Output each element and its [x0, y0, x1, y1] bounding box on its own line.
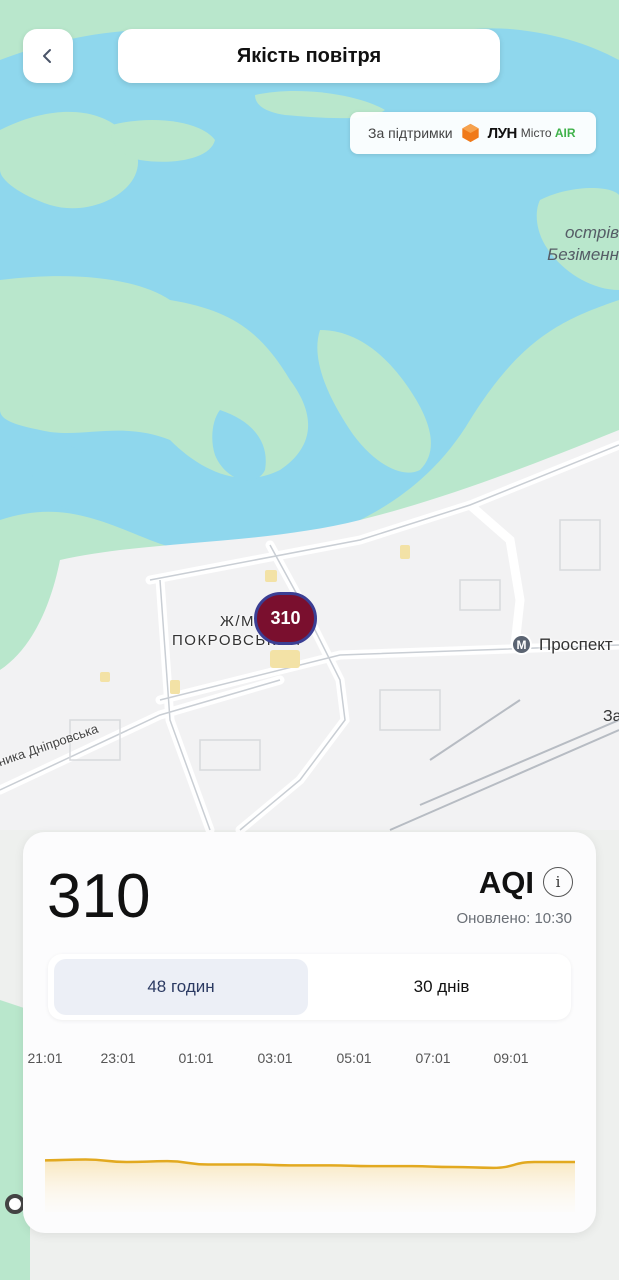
sponsor-prefix: За підтримки	[368, 125, 453, 141]
metro-icon: М	[511, 634, 532, 655]
lun-logo-icon	[461, 123, 479, 143]
period-tabs: 48 годин 30 днів	[48, 954, 571, 1020]
sponsor-product-name: Місто	[520, 126, 552, 140]
chevron-left-icon	[43, 49, 51, 63]
page-title: Якість повітря	[118, 29, 500, 83]
map-attribution-icon[interactable]	[5, 1194, 25, 1214]
island-label: острів Безіменн	[547, 222, 619, 266]
aqi-value: 310	[47, 862, 151, 931]
sponsor-badge[interactable]: За підтримки ЛУН Місто AIR	[350, 112, 596, 154]
tick-label: 05:01	[336, 1050, 372, 1066]
aqi-card: 310 AQI i Оновлено: 10:30 48 годин 30 дн…	[23, 832, 596, 1233]
sponsor-brand: ЛУН	[487, 124, 518, 142]
time-axis: 21:01 23:01 01:01 03:01 05:01 07:01 09:0…	[27, 1050, 585, 1070]
aqi-map-marker[interactable]: 310	[254, 592, 317, 645]
metro-station[interactable]: М Проспект	[511, 634, 613, 655]
tick-label: 09:01	[493, 1050, 529, 1066]
tick-label: 07:01	[415, 1050, 451, 1066]
tab-48-hours[interactable]: 48 годин	[54, 959, 308, 1015]
info-icon[interactable]: i	[543, 867, 573, 897]
map-edge-label: За	[603, 708, 619, 725]
back-button[interactable]	[23, 29, 73, 83]
tick-label: 03:01	[257, 1050, 293, 1066]
aqi-chart	[45, 1158, 575, 1212]
island-label-line1: острів	[564, 223, 619, 242]
tab-30-days[interactable]: 30 днів	[318, 959, 565, 1015]
island-label-line2: Безіменн	[547, 245, 619, 264]
tick-label: 21:01	[27, 1050, 63, 1066]
sponsor-product: Місто AIR	[521, 126, 576, 140]
sponsor-product-accent: AIR	[554, 126, 576, 140]
metro-label: Проспект	[539, 634, 613, 654]
aqi-label: AQI	[478, 865, 534, 900]
tick-label: 01:01	[178, 1050, 214, 1066]
tick-label: 23:01	[100, 1050, 136, 1066]
updated-time: Оновлено: 10:30	[456, 910, 572, 927]
